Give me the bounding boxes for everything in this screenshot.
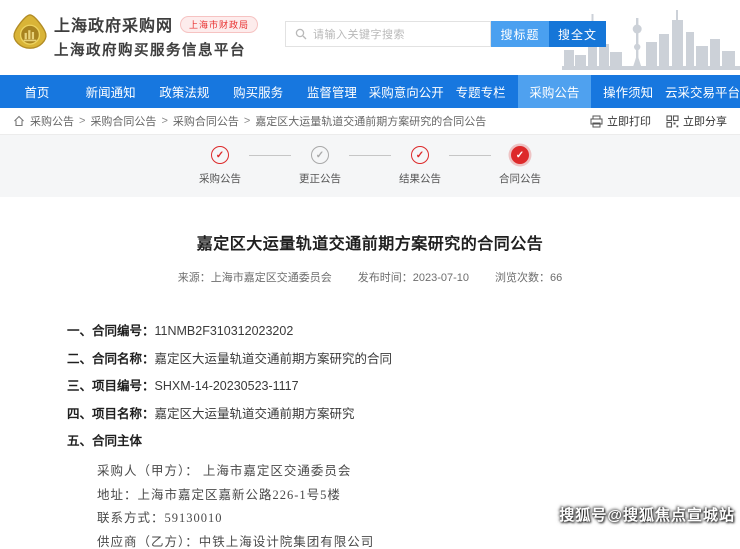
share-label: 立即分享 xyxy=(683,116,727,128)
nav-item-supervision[interactable]: 监督管理 xyxy=(295,75,369,108)
nav-item-intent-disclosure[interactable]: 采购意向公开 xyxy=(369,75,444,108)
step-label: 合同公告 xyxy=(499,173,541,185)
step-correction-notice[interactable]: ✓ 更正公告 xyxy=(291,146,349,186)
breadcrumb-separator: > xyxy=(161,115,168,127)
printer-icon xyxy=(590,115,603,127)
check-icon: ✓ xyxy=(215,149,225,161)
step-result-notice[interactable]: ✓ 结果公告 xyxy=(391,146,449,186)
search-placeholder: 请输入关键字搜索 xyxy=(313,29,405,41)
step-connector xyxy=(449,155,491,156)
article-publish-date: 发布时间：2023-07-10 xyxy=(357,272,470,284)
step-contract-notice[interactable]: ✓ 合同公告 xyxy=(491,146,549,186)
step-connector xyxy=(349,155,391,156)
article-meta: 来源：上海市嘉定区交通委员会 发布时间：2023-07-10 浏览次数：66 xyxy=(5,269,735,285)
address-row: 地址：上海市嘉定区嘉新公路226-1号5楼 xyxy=(97,487,341,502)
breadcrumb-separator: > xyxy=(79,115,86,127)
nav-item-cloud-trading[interactable]: 云采交易平台 xyxy=(665,75,740,108)
article-view-count: 浏览次数：66 xyxy=(495,272,563,284)
nav-item-operation-guide[interactable]: 操作须知 xyxy=(591,75,665,108)
breadcrumb: 采购公告 > 采购合同公告 > 采购合同公告 > 嘉定区大运量轨道交通前期方案研… xyxy=(13,113,486,129)
search-title-button[interactable]: 搜标题 xyxy=(491,21,549,47)
site-logo-icon xyxy=(13,14,47,49)
main-nav: 首页 新闻通知 政策法规 购买服务 监督管理 采购意向公开 专题专栏 采购公告 … xyxy=(0,75,740,108)
notice-steps: ✓ 采购公告 ✓ 更正公告 ✓ 结果公告 ✓ 合同公告 xyxy=(191,146,549,186)
nav-item-purchase-service[interactable]: 购买服务 xyxy=(221,75,295,108)
breadcrumb-separator: > xyxy=(243,115,251,127)
step-label: 结果公告 xyxy=(399,173,441,185)
print-label: 立即打印 xyxy=(607,116,651,128)
search-fulltext-button[interactable]: 搜全文 xyxy=(549,21,606,47)
nav-item-policy[interactable]: 政策法规 xyxy=(148,75,222,108)
breadcrumb-actions: 立即打印 立即分享 xyxy=(590,113,727,129)
step-connector xyxy=(249,155,291,156)
share-button[interactable]: 立即分享 xyxy=(666,113,727,129)
contract-name-row: 二、合同名称：嘉定区大运量轨道交通前期方案研究的合同 xyxy=(67,351,393,366)
header-search: 请输入关键字搜索 搜标题 搜全文 xyxy=(285,21,606,47)
breadcrumb-bar: 采购公告 > 采购合同公告 > 采购合同公告 > 嘉定区大运量轨道交通前期方案研… xyxy=(0,108,740,135)
finance-bureau-badge: 上海市财政局 xyxy=(180,16,259,33)
breadcrumb-item[interactable]: 采购合同公告 xyxy=(173,113,239,129)
step-label: 更正公告 xyxy=(299,173,341,185)
breadcrumb-item-current: 嘉定区大运量轨道交通前期方案研究的合同公告 xyxy=(255,116,487,128)
contract-parties-heading: 五、合同主体 xyxy=(67,434,143,448)
search-icon xyxy=(295,28,307,40)
project-name-row: 四、项目名称：嘉定区大运量轨道交通前期方案研究 xyxy=(67,406,355,421)
step-label: 采购公告 xyxy=(199,173,241,185)
nav-item-special-topics[interactable]: 专题专栏 xyxy=(444,75,518,108)
nav-item-home[interactable]: 首页 xyxy=(0,75,74,108)
article-card: 嘉定区大运量轨道交通前期方案研究的合同公告 来源：上海市嘉定区交通委员会 发布时… xyxy=(5,197,735,549)
check-icon: ✓ xyxy=(515,149,525,161)
home-icon xyxy=(14,115,24,127)
sohu-watermark: 搜狐号@搜狐焦点宣城站 xyxy=(559,507,735,524)
article-title: 嘉定区大运量轨道交通前期方案研究的合同公告 xyxy=(196,236,544,253)
project-number-row: 三、项目编号：SHXM-14-20230523-1117 xyxy=(67,379,299,393)
article-source: 来源：上海市嘉定区交通委员会 xyxy=(177,272,332,284)
nav-item-procurement-notices[interactable]: 采购公告 xyxy=(517,75,592,108)
step-procurement-notice[interactable]: ✓ 采购公告 xyxy=(191,146,249,186)
contract-number-row: 一、合同编号：11NMB2F310312023202 xyxy=(67,324,294,338)
nav-item-news[interactable]: 新闻通知 xyxy=(74,75,148,108)
breadcrumb-item[interactable]: 采购合同公告 xyxy=(90,113,156,129)
site-titles: 上海政府采购网 上海市财政局 上海政府购买服务信息平台 xyxy=(54,12,259,60)
qr-code-icon xyxy=(666,114,679,128)
search-input[interactable]: 请输入关键字搜索 xyxy=(285,21,491,47)
notice-steps-band: ✓ 采购公告 ✓ 更正公告 ✓ 结果公告 ✓ 合同公告 xyxy=(0,135,740,197)
page-header: 上海政府采购网 上海市财政局 上海政府购买服务信息平台 请输入关键字搜索 搜标题… xyxy=(0,0,740,75)
check-icon: ✓ xyxy=(315,149,325,161)
breadcrumb-item[interactable]: 采购公告 xyxy=(30,113,74,129)
purchaser-row: 采购人（甲方）： 上海市嘉定区交通委员会 xyxy=(97,464,352,478)
site-subtitle: 上海政府购买服务信息平台 xyxy=(54,43,246,59)
supplier-row: 供应商（乙方）：中铁上海设计院集团有限公司 xyxy=(97,534,375,549)
site-name: 上海政府采购网 xyxy=(54,18,174,35)
print-button[interactable]: 立即打印 xyxy=(590,113,651,129)
check-icon: ✓ xyxy=(415,149,425,161)
